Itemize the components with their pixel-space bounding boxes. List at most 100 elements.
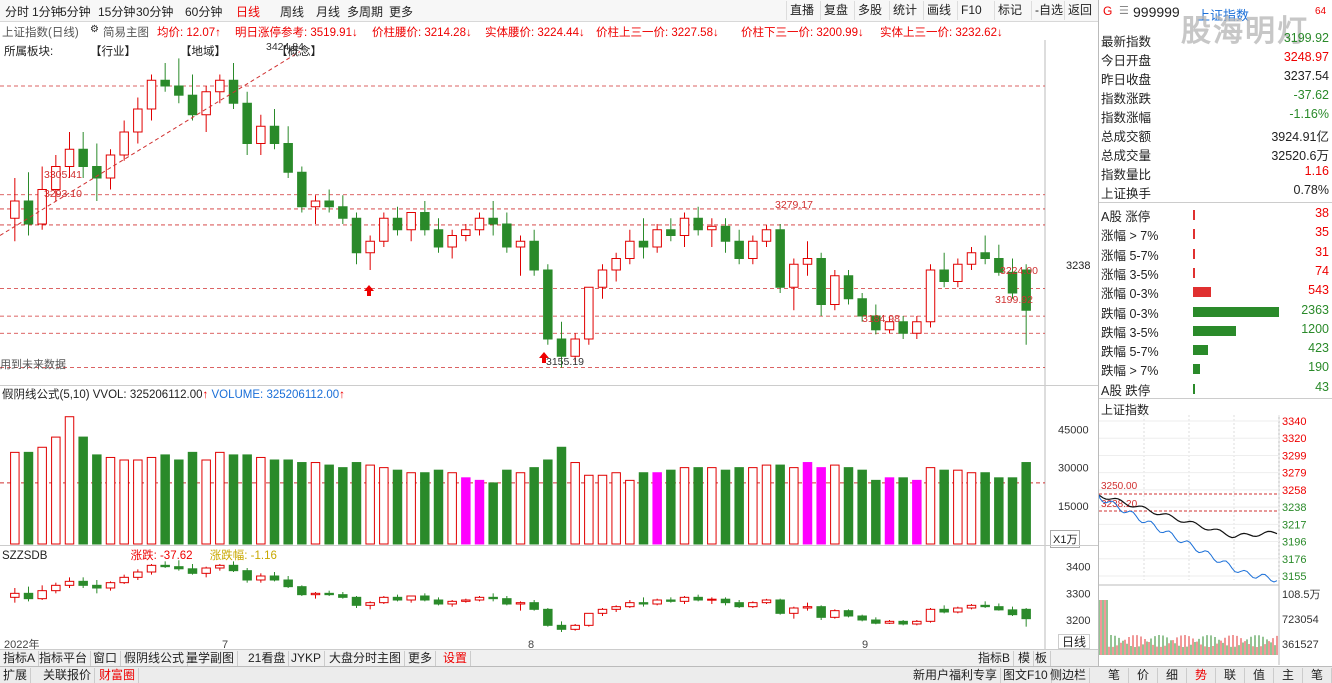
period-8[interactable]: 月线 — [316, 3, 340, 20]
bottom-tab-1[interactable]: 指标平台 — [36, 651, 92, 666]
nav-tab-0[interactable]: 笔 — [1100, 668, 1129, 683]
candle-20 — [283, 126, 293, 178]
main-chart-label[interactable]: 简易主图 — [103, 24, 149, 40]
bottom-tab-7[interactable]: 大盘分时主图 — [326, 651, 406, 666]
sector-label-3[interactable]: 【概念】 — [276, 43, 322, 59]
breadth-bar-5 — [1193, 306, 1279, 317]
future-data-note: 用到未来数据 — [0, 359, 66, 371]
volume-bar-64 — [884, 477, 895, 545]
menu-icon[interactable]: ☰ — [1119, 4, 1129, 17]
bottom-tab-5[interactable]: 21看盘 — [245, 651, 290, 666]
candlestick-chart[interactable]: 3305.41 3293.10 3279.17 3224.00 3199.92 3184.… — [0, 40, 1098, 385]
nav-tab-5[interactable]: 值 — [1245, 668, 1274, 683]
toolbar-button-1[interactable]: 复盘 — [820, 1, 851, 20]
sub-candle-12 — [174, 566, 184, 570]
status-right-1[interactable]: 图文F10 — [1000, 668, 1052, 683]
nav-tab-6[interactable]: 主 — [1274, 668, 1303, 683]
breadth-bar-2 — [1193, 248, 1195, 259]
toolbar-button-8[interactable]: 返回 — [1064, 1, 1095, 20]
period-10[interactable]: 更多 — [389, 3, 413, 20]
bottom-tab-0[interactable]: 指标A — [0, 651, 40, 666]
flag-icon[interactable]: G — [1103, 4, 1112, 18]
period-0[interactable]: 分时 — [5, 3, 29, 20]
nav-tab-4[interactable]: 联 — [1216, 668, 1245, 683]
gear-icon[interactable]: ⚙ — [90, 24, 99, 35]
candle-body-31 — [433, 229, 444, 248]
candle-body-8 — [119, 131, 129, 156]
bottom-tab-8[interactable]: 更多 — [405, 651, 437, 666]
period-9[interactable]: 多周期 — [347, 3, 383, 20]
candle-body-22 — [310, 200, 321, 208]
volume-chart[interactable]: 45000 30000 15000 假阴线公式(5,10) VVOL: 325206… — [0, 385, 1098, 548]
candle-44 — [611, 252, 621, 282]
toolbar-button-7[interactable]: -自选 — [1031, 1, 1066, 20]
sub-candle-38 — [529, 602, 539, 610]
mini-tick-3: 3279 — [1282, 468, 1306, 480]
sub-candle-25 — [351, 596, 362, 606]
period-1[interactable]: 1分钟 — [32, 3, 63, 20]
sub-chart[interactable]: 3400 3300 3200 2022年 7 8 9 SZZSDB 涨跌: -37.62 涨… — [0, 545, 1098, 651]
period-4[interactable]: 30分钟 — [136, 3, 173, 20]
nav-tab-3[interactable]: 势 — [1187, 668, 1216, 683]
status-right-2[interactable]: 侧边栏 — [1047, 668, 1091, 683]
sub-candle-2 — [37, 590, 47, 600]
toolbar-button-6[interactable]: 标记 — [994, 1, 1025, 20]
sub-candle-1 — [23, 592, 34, 600]
daily-tab[interactable]: 日线 — [1058, 634, 1091, 649]
breadth-label-5: 跌幅 0-3% — [1101, 306, 1159, 321]
candle-body-40 — [556, 338, 567, 357]
sub-candle-60 — [830, 610, 840, 618]
nav-tab-7[interactable]: 笔 — [1303, 668, 1332, 683]
volume-bar-11 — [160, 454, 170, 545]
sub-candle-39 — [543, 608, 553, 626]
volume-bar-54 — [748, 467, 758, 545]
toolbar-button-5[interactable]: F10 — [957, 1, 985, 20]
candle-body-0 — [10, 200, 20, 219]
nav-tab-1[interactable]: 价 — [1129, 668, 1158, 683]
bottom-tab-9[interactable]: 设置 — [440, 651, 472, 666]
period-2[interactable]: 5分钟 — [60, 3, 91, 20]
breadth-label-4: 涨幅 0-3% — [1101, 287, 1159, 302]
status-left-0[interactable]: 扩展 — [0, 668, 32, 683]
toolbar-button-3[interactable]: 统计 — [889, 1, 920, 20]
candle-35 — [488, 201, 498, 236]
sector-label-1[interactable]: 【行业】 — [90, 43, 136, 59]
toolbar-button-2[interactable]: 多股 — [854, 1, 885, 20]
breadth-value-2: 31 — [1315, 244, 1329, 259]
status-left-1[interactable]: 关联报价 — [40, 668, 96, 683]
volume-bar-16 — [228, 454, 239, 545]
candle-body-56 — [775, 229, 785, 288]
candlestick-svg[interactable]: 3305.41 3293.10 3279.17 3224.00 3199.92 3184.… — [0, 40, 1098, 385]
candle-24 — [338, 195, 348, 224]
bottom-tab-6[interactable]: JYKP — [288, 651, 326, 666]
sub-candle-42 — [584, 612, 594, 626]
bottom-tab-4[interactable]: 量学副图 — [183, 651, 239, 666]
toolbar-button-0[interactable]: 直播 — [786, 1, 817, 20]
bottom-right-tab-0[interactable]: 指标B — [975, 651, 1015, 666]
nav-tab-2[interactable]: 细 — [1158, 668, 1187, 683]
volume-bar-70 — [966, 472, 977, 545]
bottom-tab-2[interactable]: 窗口 — [90, 651, 122, 666]
period-5[interactable]: 60分钟 — [185, 3, 222, 20]
sector-label-2[interactable]: 【地域】 — [180, 43, 226, 59]
volume-bar-14 — [201, 459, 211, 545]
status-right-0[interactable]: 新用户福利专享 — [910, 668, 1002, 683]
volume-bar-0 — [10, 451, 20, 545]
mini-intraday-chart[interactable]: 3340 3320 3299 3279 3258 3238 3217 3196 3176 3155… — [1099, 415, 1332, 665]
candle-8 — [119, 120, 129, 161]
bottom-right-tab-2[interactable]: 板 — [1032, 651, 1052, 666]
period-7[interactable]: 周线 — [280, 3, 304, 20]
volume-svg[interactable]: 45000 30000 15000 — [0, 386, 1098, 546]
candle-body-49 — [679, 217, 690, 236]
volume-tick-1: 30000 — [1058, 463, 1089, 475]
period-3[interactable]: 15分钟 — [98, 3, 135, 20]
candle-body-33 — [461, 229, 471, 236]
period-6[interactable]: 日线 — [236, 3, 260, 20]
bottom-tab-3[interactable]: 假阴线公式 — [121, 651, 189, 666]
volume-bar-21 — [297, 462, 307, 545]
status-left-2[interactable]: 财富圈 — [96, 668, 140, 683]
candle-65 — [898, 316, 908, 339]
toolbar-button-4[interactable]: 画线 — [923, 1, 954, 20]
candle-58 — [802, 241, 813, 276]
breadth-row-0: A股 涨停 38 — [1101, 205, 1331, 224]
